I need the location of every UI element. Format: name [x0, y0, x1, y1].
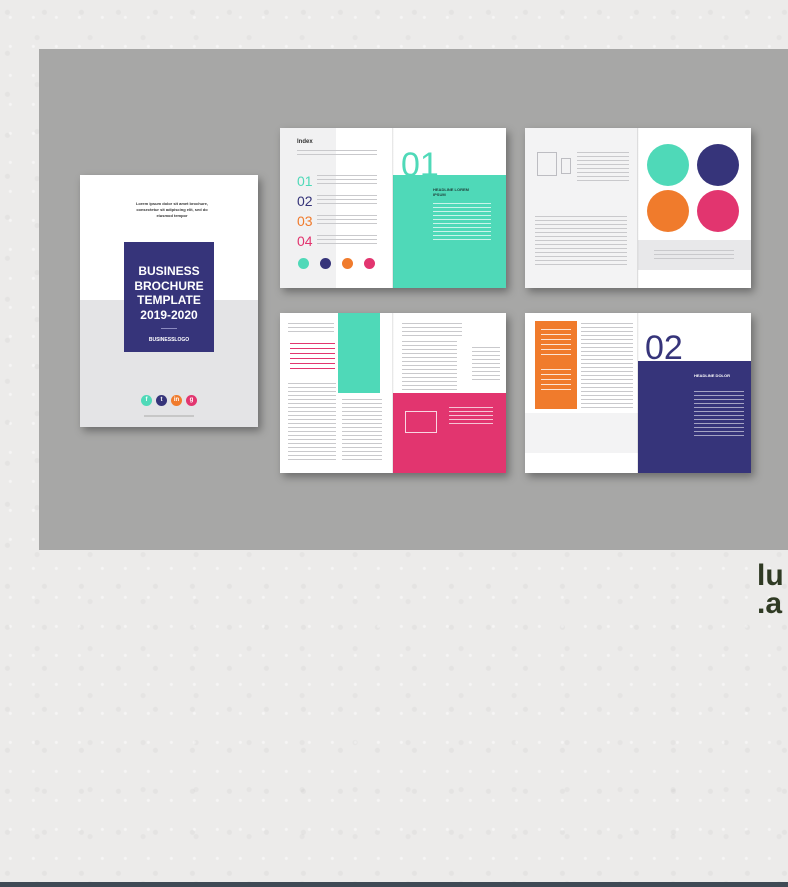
index-item-number: 04	[297, 233, 313, 249]
spread-icons-right-text	[402, 341, 457, 391]
quote-band	[638, 240, 751, 270]
spread-fold	[637, 128, 639, 288]
circles-body-text	[535, 216, 627, 266]
watermark-line: .a	[757, 587, 783, 620]
orange-circle	[647, 190, 689, 232]
cover-footer-line	[144, 415, 194, 417]
watermark-logo: lu .a	[757, 562, 788, 624]
phone-icon	[561, 158, 571, 174]
tablet-icon	[537, 152, 557, 176]
index-icon-dot	[342, 258, 353, 269]
index-heading: Index	[297, 139, 313, 145]
brochure-cover: Lorem ipsum dolor sit amet brochure, con…	[80, 175, 258, 427]
cover-title: BUSINESS BROCHURE TEMPLATE 2019-2020	[134, 264, 204, 322]
cover-intro-text: Lorem ipsum dolor sit amet brochure, con…	[135, 201, 208, 218]
navy-panel-text	[694, 391, 744, 437]
index-intro-text	[297, 150, 377, 158]
spread-02-body-text	[581, 323, 633, 409]
stats-band	[525, 413, 638, 453]
spread-fold	[637, 313, 639, 473]
index-icon-dot	[320, 258, 331, 269]
teal-column	[338, 313, 380, 393]
spread-index: Index 01 02 03 04 01 HEADLINE LOREM IPSU…	[280, 128, 506, 288]
spread-icons-right-heading	[402, 323, 462, 337]
pink-panel	[393, 393, 506, 473]
navy-circle	[697, 144, 739, 186]
bottom-strip	[0, 882, 788, 887]
spread-headline: HEADLINE LOREM IPSUM	[433, 187, 469, 197]
orange-column-quote	[541, 369, 571, 393]
teal-panel-text	[433, 203, 491, 243]
teal-circle	[647, 144, 689, 186]
spread-icons-body-left	[288, 383, 336, 463]
pink-quote	[290, 343, 335, 373]
spread-page-number: 02	[645, 329, 683, 367]
navy-panel: HEADLINE DOLOR	[638, 361, 751, 473]
spread-icons-heading-text	[288, 323, 334, 333]
cover-social-icons: f t in g	[80, 388, 258, 406]
index-item-text	[317, 175, 377, 184]
spread-icons-pullquote	[472, 347, 500, 383]
pink-circle	[697, 190, 739, 232]
monitor-icon	[405, 411, 437, 433]
index-icon-dot	[364, 258, 375, 269]
teal-panel: HEADLINE LOREM IPSUM	[393, 175, 506, 288]
quote-band-text	[654, 250, 734, 260]
spread-fold	[392, 313, 394, 473]
orange-column-text	[541, 329, 571, 359]
spread-icons	[280, 313, 506, 473]
spread-icons-body-mid	[342, 399, 382, 463]
cover-rule	[161, 328, 177, 329]
google-plus-icon: g	[186, 395, 197, 406]
index-item-number: 02	[297, 193, 313, 209]
index-icon-dot	[298, 258, 309, 269]
index-item-number: 03	[297, 213, 313, 229]
twitter-icon: t	[156, 395, 167, 406]
cover-title-box: BUSINESS BROCHURE TEMPLATE 2019-2020 BUS…	[124, 242, 214, 352]
facebook-icon: f	[141, 395, 152, 406]
spread-fold	[392, 128, 394, 288]
orange-column	[535, 321, 577, 409]
watermark-line: lu	[757, 562, 784, 592]
spread-headline: HEADLINE DOLOR	[694, 373, 730, 378]
linkedin-icon: in	[171, 395, 182, 406]
circles-left-text	[577, 152, 629, 182]
spread-02: 02 HEADLINE DOLOR	[525, 313, 751, 473]
index-item-text	[317, 235, 377, 244]
index-item-text	[317, 215, 377, 224]
spread-circles	[525, 128, 751, 288]
cover-logo: BUSINESSLOGO	[148, 337, 190, 343]
index-item-text	[317, 195, 377, 204]
pink-panel-text	[449, 407, 493, 427]
index-item-number: 01	[297, 173, 313, 189]
